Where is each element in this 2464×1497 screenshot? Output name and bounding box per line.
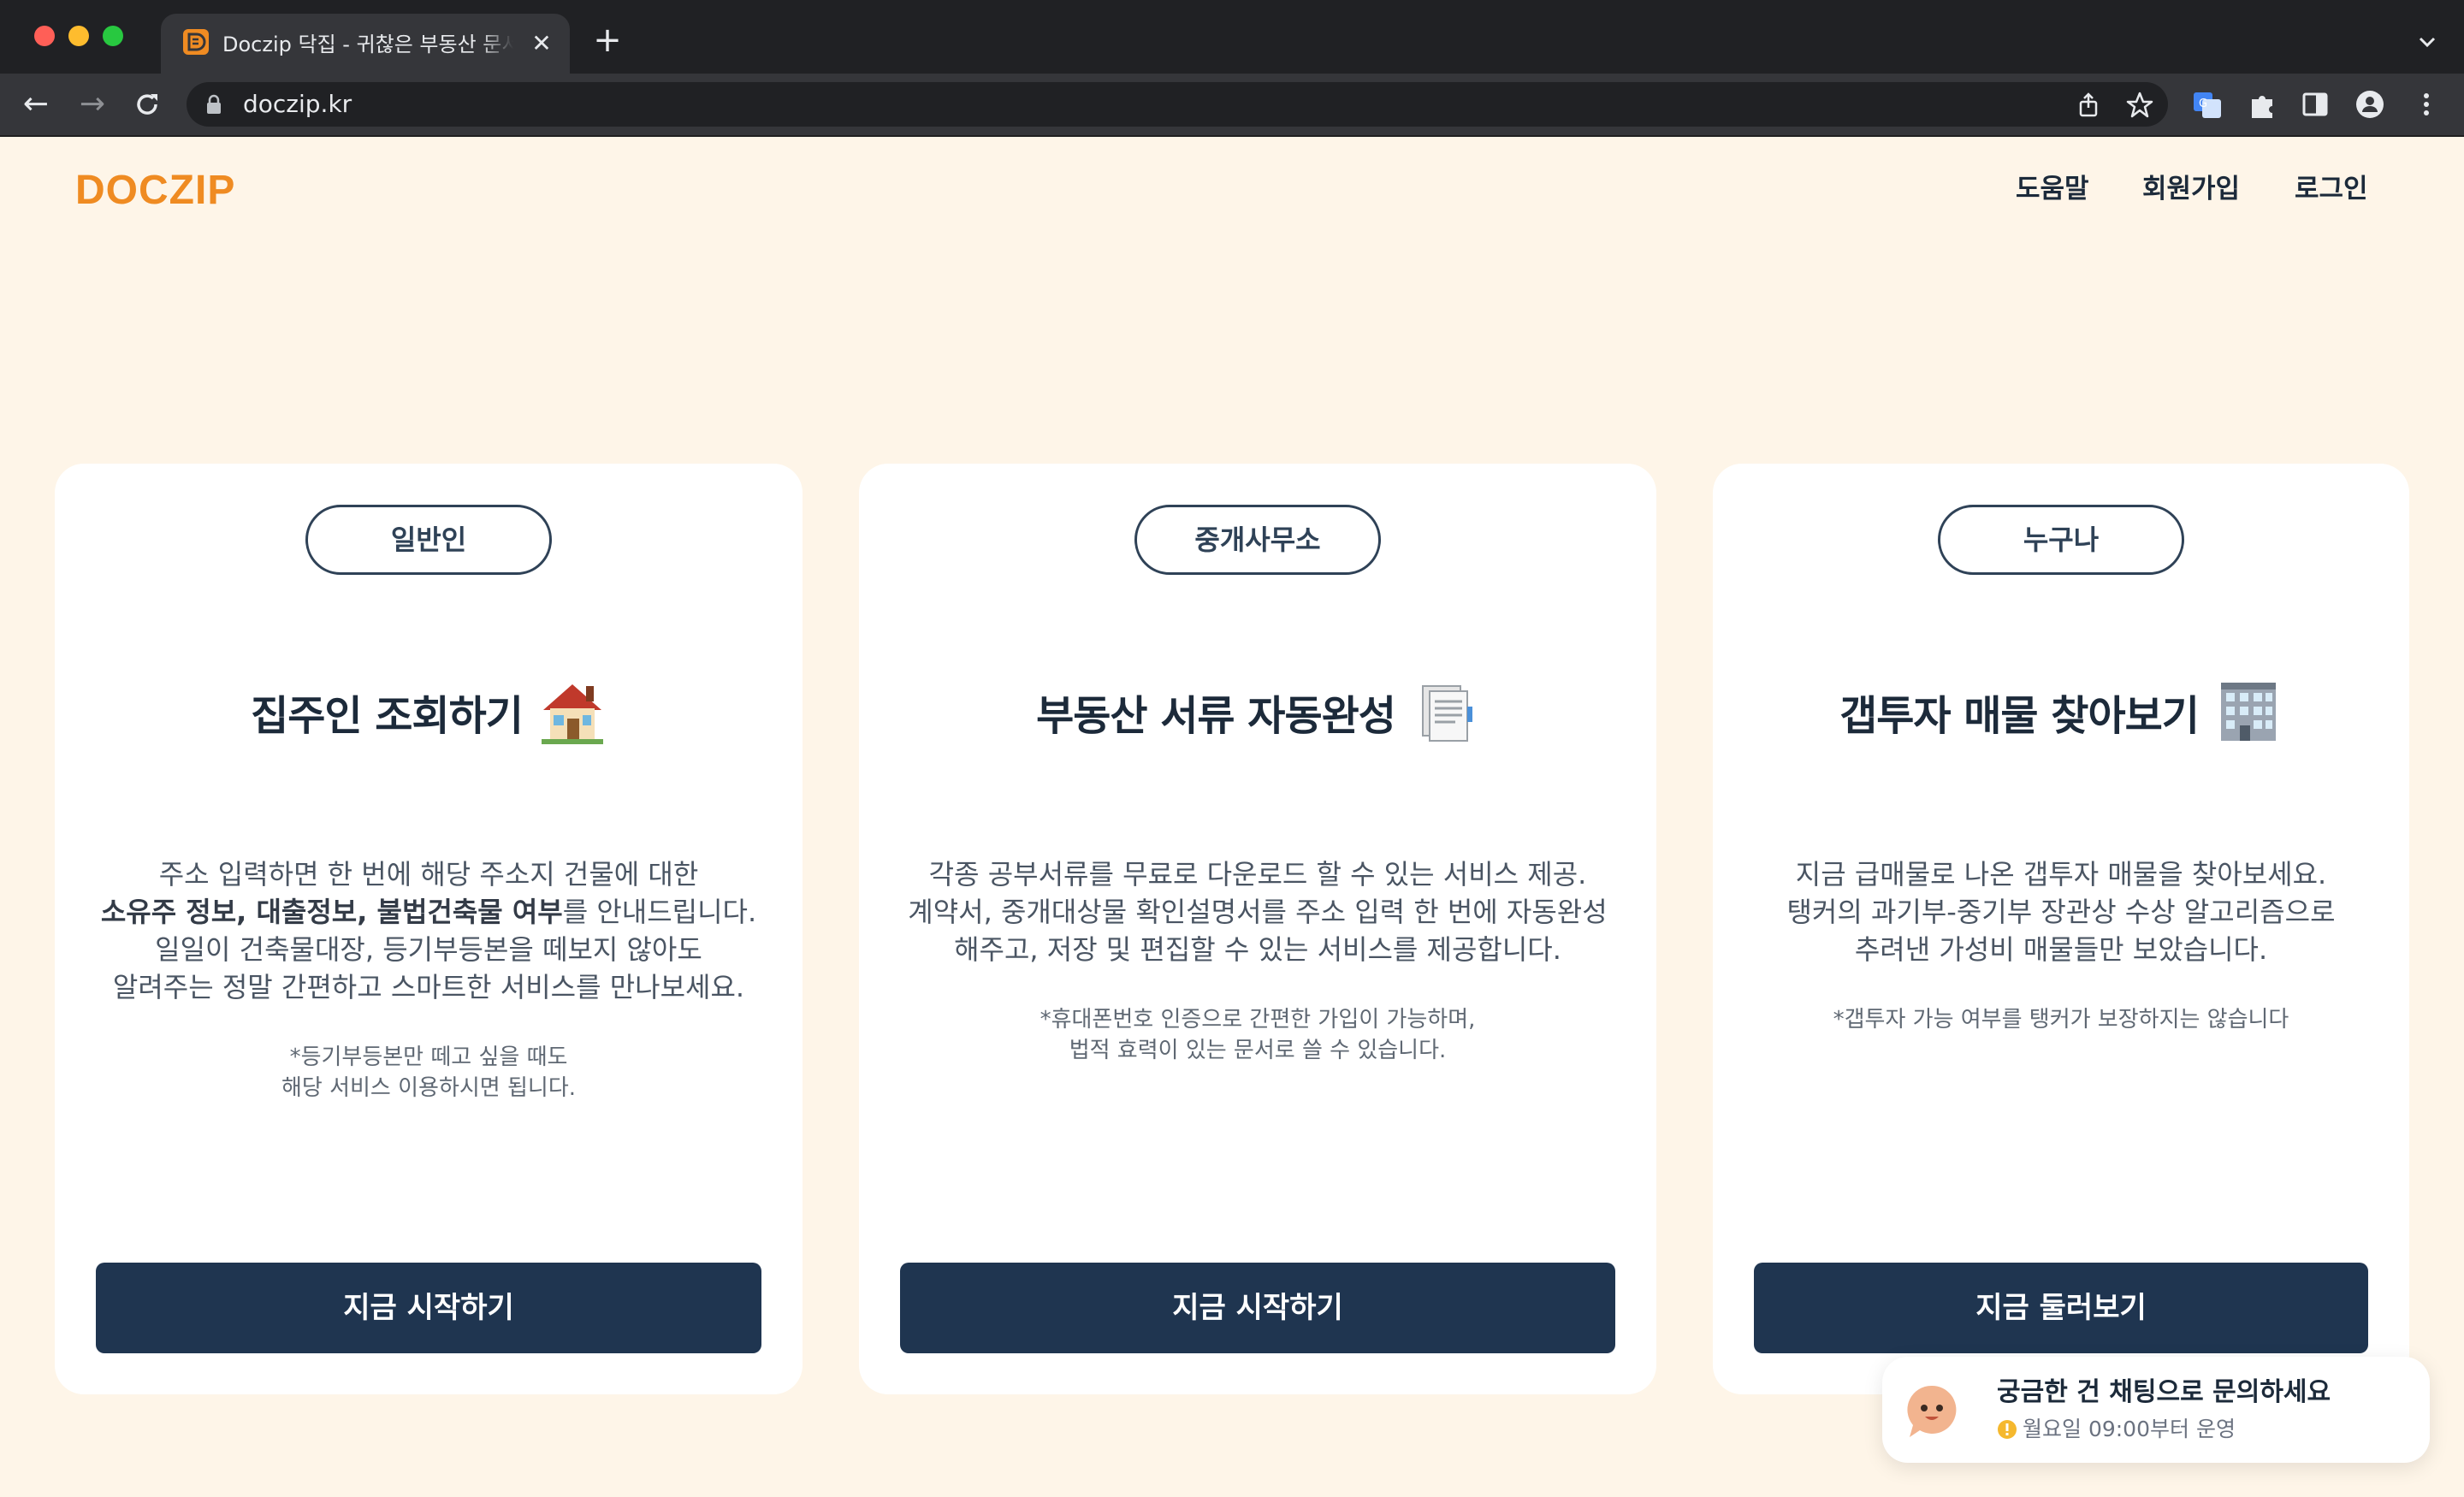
card-description: 주소 입력하면 한 번에 해당 주소지 건물에 대한 소유주 정보, 대출정보,… [72,855,785,1006]
tab-close-icon[interactable]: ✕ [527,29,556,58]
tab-search-chevron-icon[interactable] [2413,27,2442,56]
profile-avatar-icon[interactable] [2354,89,2385,120]
card-note: *갭투자 가능 여부를 탱커가 보장하지는 않습니다 [1730,1004,2392,1035]
audience-badge: 일반인 [305,505,552,575]
audience-badge: 누구나 [1938,505,2184,575]
start-now-button[interactable]: 지금 시작하기 [900,1263,1615,1353]
house-icon [541,684,603,744]
share-icon[interactable] [2074,91,2103,120]
note-line: 해당 서비스 이용하시면 됩니다. [281,1075,577,1101]
desc-line: 각종 공부서류를 무료로 다운로드 할 수 있는 서비스 제공. [928,858,1587,891]
card-title: 부동산 서류 자동완성 [859,677,1656,746]
forward-arrow-icon[interactable]: → [75,87,110,121]
nav-signup-link[interactable]: 회원가입 [2142,169,2240,209]
start-now-button[interactable]: 지금 시작하기 [96,1263,761,1353]
desc-line: 계약서, 중개대상물 확인설명서를 주소 입력 한 번에 자동완성 [908,896,1608,928]
browser-tab-bar: Doczip 닥집 - 귀찮은 부동산 문서, 1 ✕ + [0,0,2464,74]
service-card-document-autofill: 중개사무소 부동산 서류 자동완성 각종 공부서류를 무료로 다운로드 할 수 … [859,464,1656,1394]
desc-line: 지금 급매물로 나온 갭투자 매물을 찾아보세요. [1795,858,2327,891]
audience-badge: 중개사무소 [1134,505,1381,575]
alert-circle-icon [1998,1420,2017,1439]
office-building-icon [2220,683,2276,741]
url-text: doczip.kr [243,90,352,118]
card-title: 갭투자 매물 찾아보기 [1713,677,2409,746]
translate-extension-icon[interactable]: G [2192,89,2223,120]
note-line: 법적 효력이 있는 문서로 쓸 수 있습니다. [1069,1038,1447,1063]
chat-mascot-icon [1907,1385,1957,1437]
chat-hours-text: 월요일 09:00부터 운영 [2023,1417,2236,1441]
desc-line: 소유주 정보, 대출정보, 불법건축물 여부를 안내드립니다. [72,893,785,931]
lock-icon [207,94,221,114]
note-line: *등기부등본만 떼고 싶을 때도 [289,1044,568,1070]
logo-text: DOCZIP [75,168,236,213]
chat-hours: 월요일 09:00부터 운영 [1997,1415,2236,1444]
card-title-text: 갭투자 매물 찾아보기 [1839,692,2200,740]
document-icon [1421,685,1472,742]
service-card-owner-lookup: 일반인 집주인 조회하기 주소 입력하면 한 번에 해당 주소지 건물에 대한 … [55,464,803,1394]
browser-menu-icon[interactable] [2411,89,2442,120]
address-bar[interactable]: doczip.kr [187,82,2168,127]
browser-toolbar: ← → doczip.kr G [0,74,2464,137]
card-title-text: 부동산 서류 자동완성 [1036,692,1396,740]
browser-tab-active[interactable]: Doczip 닥집 - 귀찮은 부동산 문서, 1 ✕ [161,14,570,74]
svg-text:G: G [2199,98,2207,110]
card-note: *휴대폰번호 인증으로 간편한 가입이 가능하며, 법적 효력이 있는 문서로 … [876,1004,1639,1066]
doczip-favicon-icon [183,29,209,55]
minimize-window-button[interactable] [68,26,89,46]
reload-icon[interactable] [130,87,164,121]
new-tab-button[interactable]: + [590,23,625,58]
maximize-window-button[interactable] [103,26,123,46]
desc-bold: 소유주 정보, 대출정보, 불법건축물 여부 [100,896,563,928]
service-card-gap-investment: 누구나 갭투자 매물 찾아보기 지금 급매물로 나온 갭투자 매물을 찾아보세요… [1713,464,2409,1394]
tab-title: Doczip 닥집 - 귀찮은 부동산 문서, 1 [222,29,513,60]
extensions-puzzle-icon[interactable] [2247,89,2277,120]
desc-line: 해주고, 저장 및 편집할 수 있는 서비스를 제공합니다. [954,933,1561,966]
card-title-text: 집주인 조회하기 [251,692,524,740]
desc-line: 일일이 건축물대장, 등기부등본을 떼보지 않아도 [155,933,702,966]
nav-help-link[interactable]: 도움말 [2016,169,2089,209]
card-note: *등기부등본만 떼고 싶을 때도 해당 서비스 이용하시면 됩니다. [72,1042,785,1104]
back-arrow-icon[interactable]: ← [19,87,53,121]
chat-support-widget[interactable]: 궁금한 건 채팅으로 문의하세요 월요일 09:00부터 운영 [1882,1357,2430,1463]
window-controls [34,26,123,46]
desc-after-bold: 를 안내드립니다. [562,896,757,928]
card-title: 집주인 조회하기 [55,677,803,746]
desc-line: 추려낸 가성비 매물들만 보았습니다. [1854,933,2268,966]
browse-now-button[interactable]: 지금 둘러보기 [1754,1263,2368,1353]
side-panel-icon[interactable] [2300,89,2331,120]
bookmark-star-icon[interactable] [2125,91,2154,120]
note-line: *갭투자 가능 여부를 탱커가 보장하지는 않습니다 [1833,1007,2289,1033]
desc-line: 주소 입력하면 한 번에 해당 주소지 건물에 대한 [158,858,699,891]
desc-line: 탱커의 과기부-중기부 장관상 수상 알고리즘으로 [1786,896,2336,928]
chat-title: 궁금한 건 채팅으로 문의하세요 [1997,1377,2331,1407]
note-line: *휴대폰번호 인증으로 간편한 가입이 가능하며, [1040,1007,1476,1033]
nav-login-link[interactable]: 로그인 [2295,169,2368,209]
card-description: 각종 공부서류를 무료로 다운로드 할 수 있는 서비스 제공. 계약서, 중개… [876,855,1639,968]
doczip-logo[interactable]: DOCZIP [75,168,272,213]
card-description: 지금 급매물로 나온 갭투자 매물을 찾아보세요. 탱커의 과기부-중기부 장관… [1730,855,2392,968]
desc-line: 알려주는 정말 간편하고 스마트한 서비스를 만나보세요. [112,971,745,1003]
close-window-button[interactable] [34,26,55,46]
